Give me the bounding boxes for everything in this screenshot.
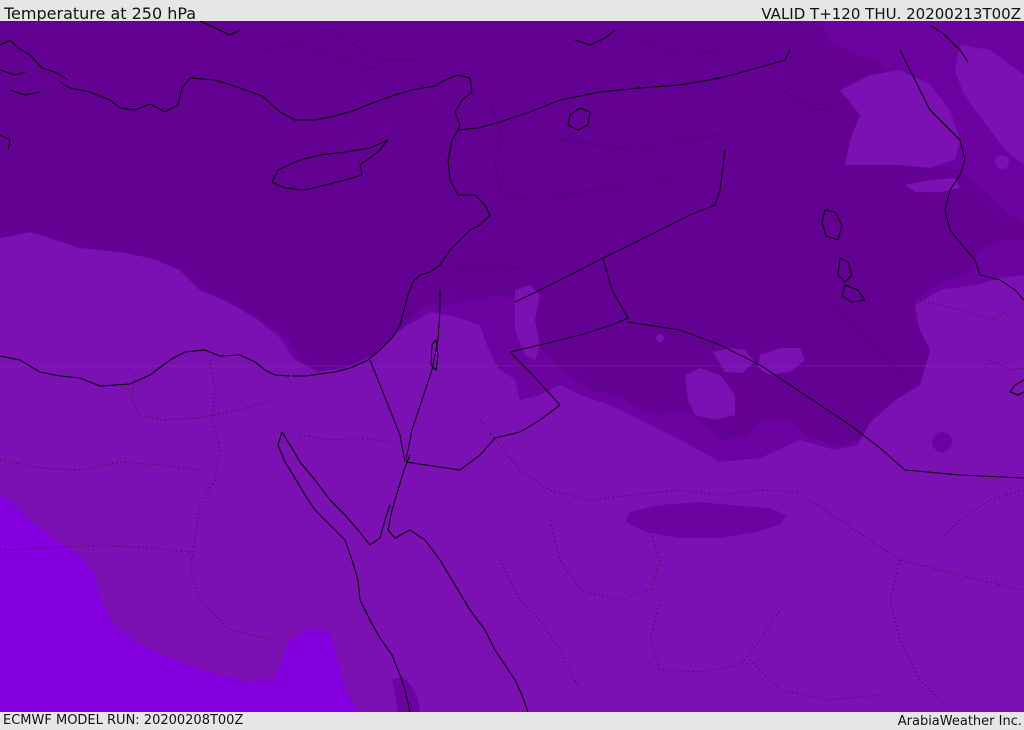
temperature-band-warm-intrusion xyxy=(995,155,1009,169)
model-run-label: ECMWF MODEL RUN: 20200208T00Z xyxy=(3,713,244,728)
credit-label: ArabiaWeather Inc. xyxy=(897,714,1022,729)
temperature-band-cold-pocket xyxy=(932,432,952,452)
map-frame xyxy=(0,21,1024,712)
header-bar: Temperature at 250 hPa VALID T+120 THU. … xyxy=(0,0,1024,23)
footer-bar: ECMWF MODEL RUN: 20200208T00Z ArabiaWeat… xyxy=(0,712,1024,729)
temperature-band-warm-intrusion xyxy=(656,334,664,342)
temperature-map xyxy=(0,21,1024,712)
